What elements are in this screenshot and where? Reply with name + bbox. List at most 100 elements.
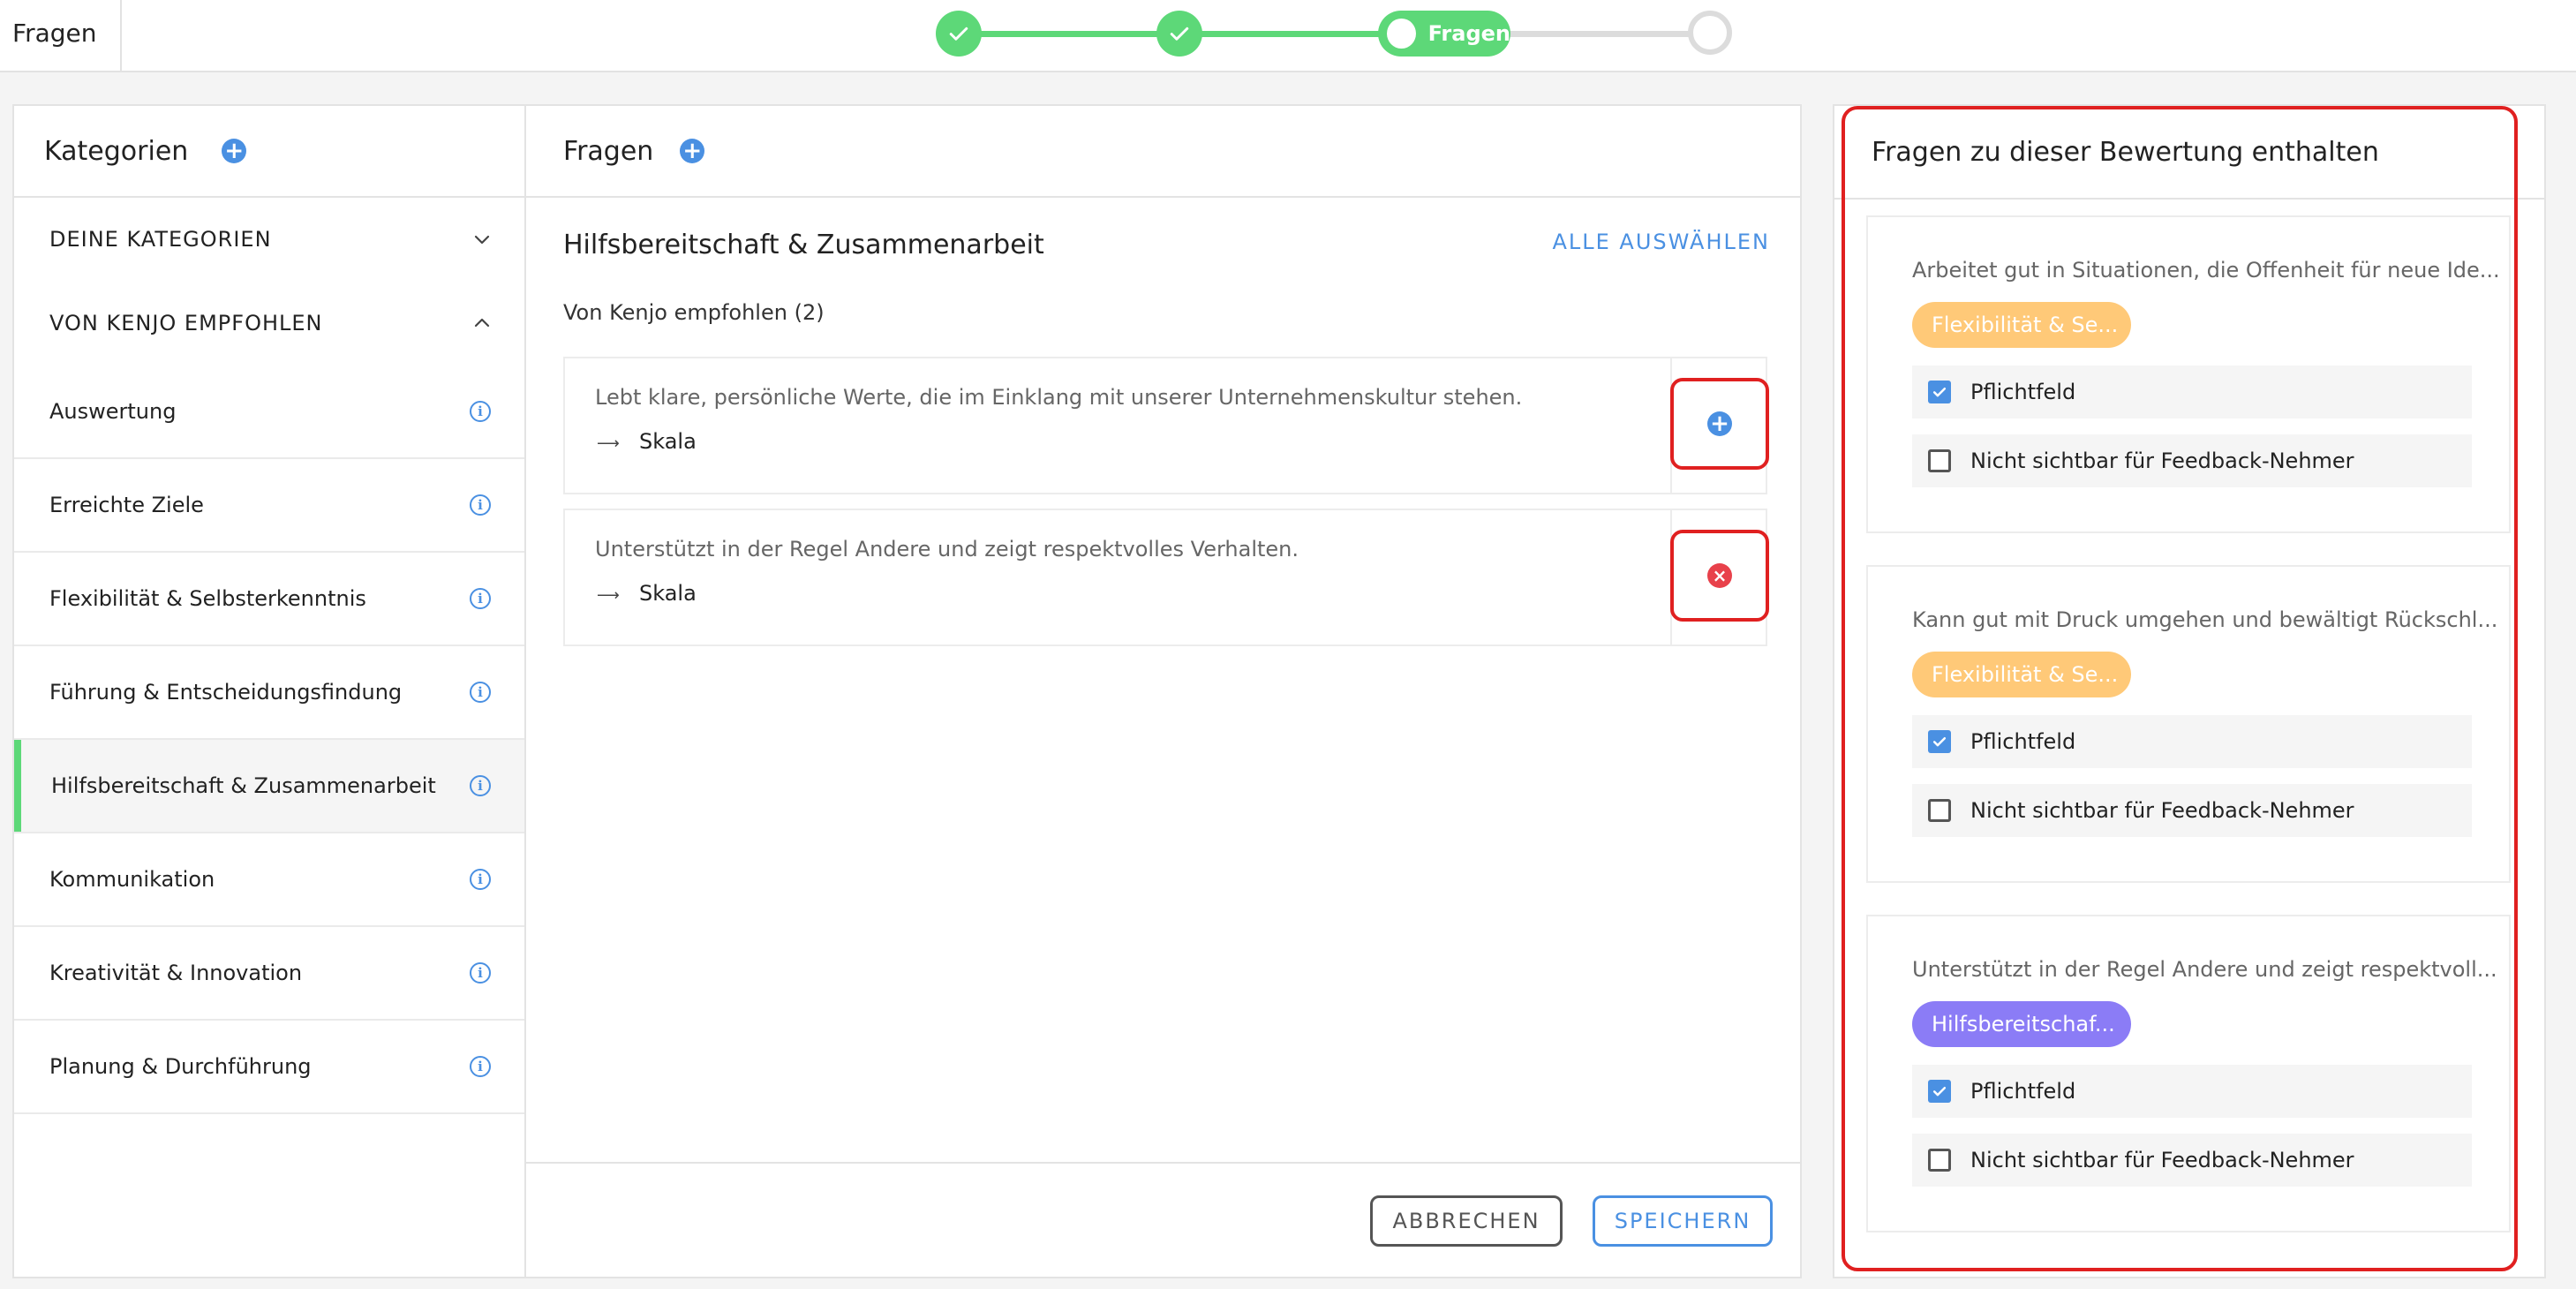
stepper-line-done-2 (1190, 31, 1402, 37)
question-card: Lebt klare, persönliche Werte, die im Ei… (563, 357, 1769, 494)
categories-title: Kategorien (44, 135, 189, 167)
category-item[interactable]: Flexibilität & Selbsterkenntnis i (14, 553, 524, 646)
hidden-checkbox-row[interactable]: Nicht sichtbar für Feedback-Nehmer (1912, 784, 2472, 837)
info-icon[interactable]: i (470, 682, 491, 703)
included-question-card: Arbeitet gut in Situationen, die Offenhe… (1866, 215, 2511, 533)
add-question-button[interactable]: + (1670, 378, 1769, 470)
category-item-label: Flexibilität & Selbsterkenntnis (49, 586, 366, 611)
plus-circle-icon: + (1707, 411, 1732, 436)
info-icon[interactable]: i (470, 775, 491, 796)
category-item-label: Kreativität & Innovation (49, 961, 303, 985)
question-text: Lebt klare, persönliche Werte, die im Ei… (595, 385, 1523, 410)
hidden-label: Nicht sichtbar für Feedback-Nehmer (1970, 1148, 2354, 1172)
info-icon[interactable]: i (470, 869, 491, 890)
included-question-text: Kann gut mit Druck umgehen und bewältigt… (1912, 607, 2498, 632)
remove-question-button[interactable]: × (1670, 530, 1769, 622)
hidden-checkbox-row[interactable]: Nicht sichtbar für Feedback-Nehmer (1912, 434, 2472, 487)
required-label: Pflichtfeld (1970, 729, 2076, 754)
category-item[interactable]: Erreichte Ziele i (14, 459, 524, 553)
included-question-text: Arbeitet gut in Situationen, die Offenhe… (1912, 258, 2500, 283)
required-checkbox[interactable] (1928, 1080, 1951, 1103)
top-bar: Fragen Fragen (0, 0, 2576, 72)
page-title: Fragen (0, 0, 122, 71)
questions-panel: Fragen + Hilfsbereitschaft & Zusammenarb… (524, 104, 1802, 1278)
category-item[interactable]: Planung & Durchführung i (14, 1021, 524, 1114)
section-own-categories[interactable]: DEINE KATEGORIEN (14, 198, 524, 281)
category-item-label: Hilfsbereitschaft & Zusammenarbeit (51, 773, 436, 798)
question-type: Skala (639, 429, 697, 454)
included-question-card: Kann gut mit Druck umgehen und bewältigt… (1866, 565, 2511, 883)
check-icon (1932, 388, 1947, 397)
step-3-current[interactable]: Fragen (1378, 11, 1510, 57)
selected-category-title: Hilfsbereitschaft & Zusammenarbeit (563, 230, 1044, 260)
category-item-label: Führung & Entscheidungsfindung (49, 680, 403, 705)
close-circle-icon: × (1707, 563, 1732, 588)
hidden-for-recipient-checkbox[interactable] (1928, 799, 1951, 822)
hidden-for-recipient-checkbox[interactable] (1928, 449, 1951, 472)
category-item[interactable]: Auswertung i (14, 366, 524, 459)
category-item[interactable]: Hilfsbereitschaft & Zusammenarbeit i (14, 740, 524, 833)
included-header: Fragen zu dieser Bewertung enthalten (1834, 106, 2544, 200)
check-icon (1932, 1087, 1947, 1097)
category-tag: Hilfsbereitschaf... (1912, 1001, 2131, 1047)
add-category-icon[interactable]: + (222, 139, 247, 163)
info-icon[interactable]: i (470, 962, 491, 984)
required-label: Pflichtfeld (1970, 380, 2076, 404)
check-icon (1932, 737, 1947, 747)
question-text: Unterstützt in der Regel Andere und zeig… (595, 537, 1299, 562)
category-item[interactable]: Kommunikation i (14, 833, 524, 927)
included-question-card: Unterstützt in der Regel Andere und zeig… (1866, 915, 2511, 1232)
category-item-label: Kommunikation (49, 867, 215, 892)
required-checkbox[interactable] (1928, 730, 1951, 753)
hidden-label: Nicht sichtbar für Feedback-Nehmer (1970, 449, 2354, 473)
step-current-label: Fragen (1427, 21, 1510, 46)
progress-stepper: Fragen (934, 7, 1732, 60)
select-all-link[interactable]: ALLE AUSWÄHLEN (1552, 230, 1770, 254)
required-checkbox[interactable] (1928, 381, 1951, 403)
required-checkbox-row[interactable]: Pflichtfeld (1912, 1065, 2472, 1118)
category-item-label: Planung & Durchführung (49, 1054, 312, 1079)
recommended-subheading: Von Kenjo empfohlen (2) (563, 300, 825, 325)
questions-header: Fragen + (526, 106, 1800, 198)
hidden-for-recipient-checkbox[interactable] (1928, 1149, 1951, 1172)
step-2-done[interactable] (1156, 11, 1202, 57)
required-checkbox-row[interactable]: Pflichtfeld (1912, 715, 2472, 768)
add-question-icon[interactable]: + (680, 139, 705, 163)
check-icon (949, 26, 968, 41)
category-item-label: Auswertung (49, 399, 177, 424)
save-button[interactable]: SPEICHERN (1593, 1195, 1773, 1247)
info-icon[interactable]: i (470, 1056, 491, 1077)
step-4-pending[interactable] (1688, 11, 1732, 55)
category-item-label: Erreichte Ziele (49, 493, 204, 517)
arrow-right-icon: ⟶ (597, 434, 620, 453)
required-label: Pflichtfeld (1970, 1079, 2076, 1104)
categories-header: Kategorien + (14, 106, 524, 198)
questions-title: Fragen (563, 135, 654, 167)
hidden-checkbox-row[interactable]: Nicht sichtbar für Feedback-Nehmer (1912, 1134, 2472, 1187)
included-question-text: Unterstützt in der Regel Andere und zeig… (1912, 957, 2497, 982)
check-icon (1170, 26, 1189, 41)
info-icon[interactable]: i (470, 401, 491, 422)
step-current-dot (1387, 19, 1416, 49)
stepper-line-pending (1499, 31, 1702, 37)
info-icon[interactable]: i (470, 588, 491, 609)
required-checkbox-row[interactable]: Pflichtfeld (1912, 366, 2472, 418)
info-icon[interactable]: i (470, 494, 491, 516)
hidden-label: Nicht sichtbar für Feedback-Nehmer (1970, 798, 2354, 823)
section-recommended-label: VON KENJO EMPFOHLEN (49, 311, 323, 335)
arrow-right-icon: ⟶ (597, 586, 620, 605)
question-action-cell: + (1670, 358, 1769, 493)
question-action-cell: × (1670, 510, 1769, 644)
section-own-label: DEINE KATEGORIEN (49, 227, 272, 252)
step-1-done[interactable] (936, 11, 982, 57)
chevron-up-icon (474, 318, 490, 328)
category-tag: Flexibilität & Se... (1912, 302, 2131, 348)
category-list: Auswertung i Erreichte Ziele i Flexibilität … (14, 366, 524, 1114)
questions-footer: ABBRECHEN SPEICHERN (526, 1162, 1800, 1277)
chevron-down-icon (474, 235, 490, 245)
category-item[interactable]: Führung & Entscheidungsfindung i (14, 646, 524, 740)
cancel-button[interactable]: ABBRECHEN (1370, 1195, 1563, 1247)
categories-panel: Kategorien + DEINE KATEGORIEN VON KENJO … (12, 104, 526, 1278)
section-recommended[interactable]: VON KENJO EMPFOHLEN (14, 281, 524, 366)
category-item[interactable]: Kreativität & Innovation i (14, 927, 524, 1021)
